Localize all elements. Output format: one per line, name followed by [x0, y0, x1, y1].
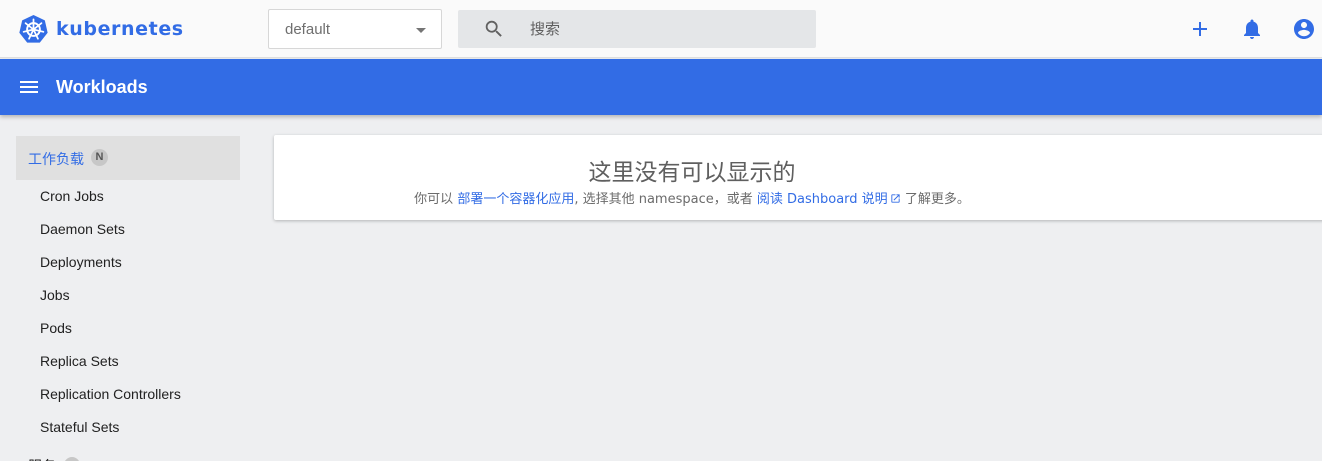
sidebar-item-replica-sets[interactable]: Replica Sets	[0, 345, 256, 378]
page-title: Workloads	[56, 77, 148, 97]
search-input[interactable]	[530, 10, 800, 48]
sidebar-item-daemon-sets[interactable]: Daemon Sets	[0, 213, 256, 246]
dashboard-docs-link[interactable]: 阅读 Dashboard 说明	[757, 192, 901, 207]
dashboard-docs-link-label: 阅读 Dashboard 说明	[756, 192, 888, 207]
search-bar	[458, 10, 816, 48]
bell-icon	[1244, 19, 1260, 39]
account-button[interactable]	[1292, 17, 1316, 41]
search-icon	[485, 20, 502, 37]
kubernetes-logo-icon	[19, 14, 48, 43]
account-icon	[1294, 19, 1314, 39]
menu-icon	[20, 81, 38, 93]
open-in-new-icon	[891, 194, 900, 203]
sidebar-item-pods[interactable]: Pods	[0, 312, 256, 345]
namespace-selected-value: default	[285, 21, 331, 38]
brand-name: kubernetes	[56, 18, 184, 40]
namespace-badge: N	[91, 149, 108, 166]
sidebar-item-jobs[interactable]: Jobs	[0, 279, 256, 312]
sidebar: 工作负载 N Cron Jobs Daemon Sets Deployments…	[0, 115, 256, 461]
sidebar-nav-list: Cron Jobs Daemon Sets Deployments Jobs P…	[0, 180, 256, 444]
sidebar-item-cron-jobs[interactable]: Cron Jobs	[0, 180, 256, 213]
caret-down-icon	[416, 28, 426, 33]
sidebar-section-workloads[interactable]: 工作负载 N	[16, 136, 240, 180]
create-button[interactable]	[1188, 17, 1212, 41]
empty-state-card: 这里没有可以显示的 你可以 部署一个容器化应用, 选择其他 namespace，…	[274, 135, 1322, 220]
sidebar-item-stateful-sets[interactable]: Stateful Sets	[0, 411, 256, 444]
sidebar-section-label: 工作负载	[28, 152, 84, 168]
empty-state-prefix: 你可以	[414, 192, 454, 207]
empty-state-description: 你可以 部署一个容器化应用, 选择其他 namespace，或者 阅读 Dash…	[274, 188, 1110, 207]
empty-state-title: 这里没有可以显示的	[588, 160, 796, 186]
empty-state-suffix: 了解更多。	[904, 192, 970, 207]
brand-link[interactable]: kubernetes	[18, 12, 184, 46]
add-icon	[1193, 22, 1207, 36]
sidebar-section-services[interactable]: 服务	[28, 454, 228, 461]
namespace-select[interactable]: default	[268, 9, 442, 49]
sidebar-item-replication-controllers[interactable]: Replication Controllers	[0, 378, 256, 411]
empty-state-middle: , 选择其他 namespace，或者	[574, 192, 753, 207]
menu-button[interactable]	[17, 75, 41, 99]
namespace-badge	[64, 457, 80, 461]
sidebar-item-deployments[interactable]: Deployments	[0, 246, 256, 279]
notifications-button[interactable]	[1240, 17, 1264, 41]
page-toolbar: Workloads	[0, 59, 1322, 115]
sidebar-section-label: 服务	[28, 456, 56, 461]
top-header: kubernetes default	[0, 0, 1322, 58]
deploy-app-link[interactable]: 部署一个容器化应用	[457, 192, 574, 207]
